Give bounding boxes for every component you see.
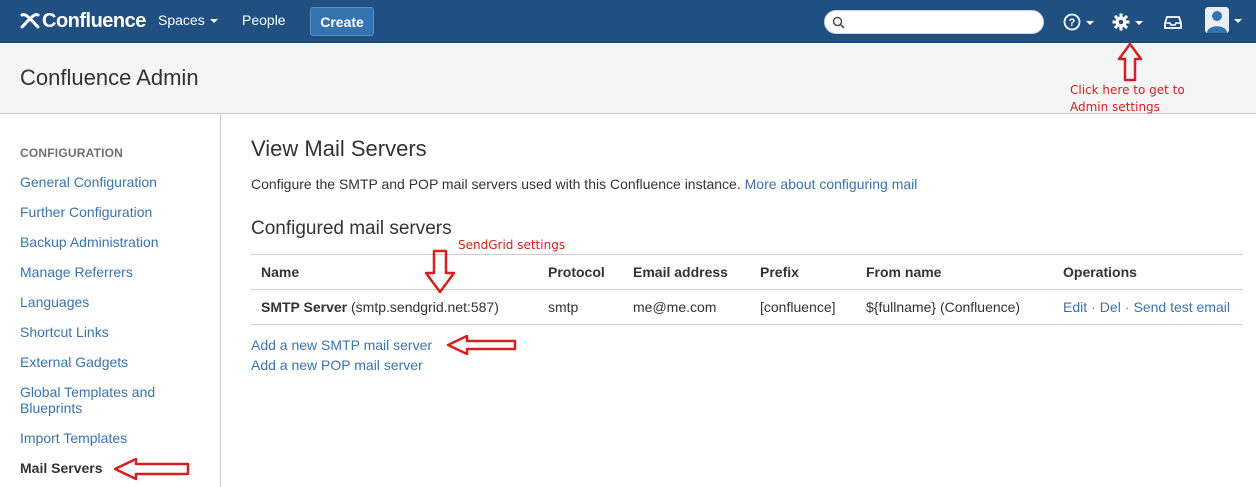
people-label: People <box>242 12 286 28</box>
help-icon: ? <box>1063 13 1081 31</box>
prefix-cell: [confluence] <box>750 289 856 325</box>
edit-link[interactable]: Edit <box>1063 299 1087 315</box>
admin-settings-button[interactable] <box>1112 10 1143 34</box>
chevron-down-icon <box>209 18 218 23</box>
send-test-email-link[interactable]: Send test email <box>1133 299 1230 315</box>
chevron-down-icon <box>1135 20 1143 25</box>
sendgrid-annotation: SendGrid settings <box>458 238 566 252</box>
add-pop-server-link[interactable]: Add a new POP mail server <box>251 357 423 373</box>
confluence-logo[interactable]: Confluence <box>20 8 146 34</box>
gear-icon <box>1112 13 1130 31</box>
column-header-prefix: Prefix <box>750 254 856 290</box>
avatar <box>1205 7 1229 33</box>
sidebar-item-import-templates[interactable]: Import Templates <box>20 430 200 446</box>
column-header-protocol: Protocol <box>538 254 623 290</box>
sidebar-item-languages[interactable]: Languages <box>20 294 200 310</box>
search-icon <box>832 16 845 29</box>
operations-cell: Edit · Del · Send test email <box>1053 289 1242 325</box>
svg-text:?: ? <box>1069 17 1076 29</box>
logo-text: Confluence <box>42 9 146 32</box>
delete-link[interactable]: Del <box>1100 299 1121 315</box>
from-name-cell: ${fullname} (Confluence) <box>856 289 1053 325</box>
table-row: SMTP Server (smtp.sendgrid.net:587) smtp… <box>251 289 1242 325</box>
sidebar-item-global-templates[interactable]: Global Templates and Blueprints <box>20 384 170 416</box>
separator: · <box>1124 299 1130 315</box>
server-name: SMTP Server <box>261 299 348 315</box>
email-cell: me@me.com <box>623 289 750 325</box>
people-link[interactable]: People <box>242 12 286 28</box>
sidebar-heading: CONFIGURATION <box>20 146 124 160</box>
column-header-from-name: From name <box>856 254 1053 290</box>
spaces-menu[interactable]: Spaces <box>158 12 218 28</box>
sidebar-item-backup-administration[interactable]: Backup Administration <box>20 234 200 250</box>
annotation-up-arrow <box>1117 42 1143 82</box>
help-menu-button[interactable]: ? <box>1063 10 1094 34</box>
section-title: Configured mail servers <box>251 218 452 239</box>
table-header-row: Name Protocol Email address Prefix From … <box>251 254 1242 290</box>
mail-servers-table: Name Protocol Email address Prefix From … <box>251 254 1242 325</box>
column-header-operations: Operations <box>1053 254 1242 290</box>
confluence-x-icon <box>20 13 40 29</box>
server-name-cell: SMTP Server (smtp.sendgrid.net:587) <box>251 289 538 325</box>
admin-annotation-line1: Click here to get to <box>1070 83 1185 97</box>
create-button[interactable]: Create <box>310 7 374 36</box>
chevron-down-icon <box>1086 20 1094 25</box>
protocol-cell: smtp <box>538 289 623 325</box>
page-title: Confluence Admin <box>20 65 199 90</box>
description-text: Configure the SMTP and POP mail servers … <box>251 176 741 192</box>
server-host: (smtp.sendgrid.net:587) <box>351 299 499 315</box>
admin-sidebar: CONFIGURATION General Configuration Furt… <box>0 114 221 487</box>
main-heading: View Mail Servers <box>251 136 427 161</box>
inbox-icon <box>1164 16 1182 29</box>
sidebar-item-shortcut-links[interactable]: Shortcut Links <box>20 324 200 340</box>
top-navigation-bar: Confluence Spaces People Create ? <box>0 0 1256 43</box>
annotation-left-arrow-smtp <box>446 334 517 356</box>
sidebar-item-general-configuration[interactable]: General Configuration <box>20 174 200 190</box>
chevron-down-icon <box>1234 18 1242 23</box>
user-menu-button[interactable] <box>1205 7 1242 33</box>
user-icon <box>1207 11 1227 33</box>
notifications-button[interactable] <box>1164 10 1182 34</box>
separator: · <box>1091 299 1096 315</box>
admin-annotation-line2: Admin settings <box>1070 100 1160 114</box>
annotation-down-arrow <box>424 249 456 294</box>
column-header-email: Email address <box>623 254 750 290</box>
search-input[interactable] <box>824 10 1044 34</box>
more-about-mail-link[interactable]: More about configuring mail <box>745 176 918 192</box>
annotation-left-arrow-mail-servers <box>113 457 190 481</box>
spaces-label: Spaces <box>158 12 205 28</box>
add-smtp-server-link[interactable]: Add a new SMTP mail server <box>251 337 432 353</box>
page-description: Configure the SMTP and POP mail servers … <box>251 176 917 192</box>
sidebar-item-further-configuration[interactable]: Further Configuration <box>20 204 200 220</box>
page-header: Confluence Admin <box>0 43 1256 114</box>
sidebar-item-manage-referrers[interactable]: Manage Referrers <box>20 264 200 280</box>
sidebar-item-external-gadgets[interactable]: External Gadgets <box>20 354 200 370</box>
column-header-name: Name <box>251 254 538 290</box>
